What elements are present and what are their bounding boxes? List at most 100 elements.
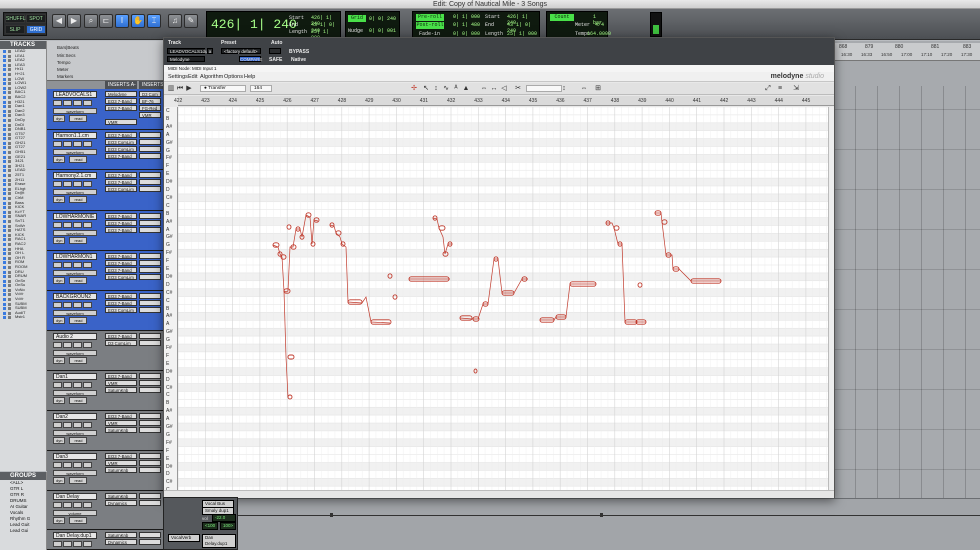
insert-slot-fj[interactable] (139, 532, 161, 538)
input-monitor-button[interactable] (63, 181, 72, 187)
input-monitor-button[interactable] (63, 502, 72, 508)
main-tool-icon[interactable]: ✢ (410, 84, 418, 93)
horizontal-scrollbar[interactable] (164, 490, 834, 498)
track-name[interactable]: LOWHARMON1 (53, 253, 97, 260)
insert-slot-fj[interactable] (139, 307, 161, 313)
send-volume-value[interactable]: -22.0 (212, 514, 236, 522)
attack-tool-icon[interactable]: ◁ (500, 84, 508, 93)
insert-slot-fj[interactable] (139, 213, 161, 219)
insert-slot-fj[interactable]: VMR (139, 112, 161, 118)
automation-mode[interactable]: dyn read (53, 237, 97, 244)
insert-slot[interactable]: EQ3 7-Band (105, 333, 137, 339)
insert-slot[interactable]: EQ3 7-Band (105, 105, 137, 111)
track-buttons[interactable] (53, 222, 97, 228)
trim-tool-icon[interactable]: ⊏ (99, 14, 113, 28)
menu-options[interactable]: Options (224, 74, 243, 80)
insert-slot-fj[interactable] (139, 413, 161, 419)
menu-help[interactable]: Help (244, 74, 255, 80)
automation-mode[interactable]: dyn read (53, 397, 97, 404)
solo-button[interactable] (73, 181, 82, 187)
track-name[interactable]: Dan Delay.dup1 (53, 532, 97, 539)
mute-button[interactable] (83, 100, 92, 106)
input-monitor-button[interactable] (63, 382, 72, 388)
insert-slot-fj[interactable] (139, 132, 161, 138)
track-buttons[interactable] (53, 100, 97, 106)
pitch-ruler[interactable]: C B A# A G# G F# F E D# D C# C B A# A G# G F# F E D# D C# C B A# A G… (164, 107, 178, 493)
insert-slot-fj[interactable] (139, 172, 161, 178)
insert-slot[interactable]: EQ3 7-Band (105, 373, 137, 379)
solo-button[interactable] (73, 462, 82, 468)
record-button[interactable] (53, 262, 62, 268)
pan-left-value[interactable]: <100 (202, 522, 218, 530)
mute-button[interactable] (83, 262, 92, 268)
insert-slot-fj[interactable] (139, 186, 161, 192)
track-buttons[interactable] (53, 262, 97, 268)
record-button[interactable] (53, 462, 62, 468)
track-view-selector[interactable]: volume (53, 510, 97, 516)
pan-right-value[interactable]: 100> (220, 522, 236, 530)
insert-slot-fj[interactable] (139, 227, 161, 233)
track-name[interactable]: Audio 2 (53, 333, 97, 340)
track-view-selector[interactable]: waveform (53, 430, 97, 436)
insert-slot[interactable]: EQ3 7-Band (105, 213, 137, 219)
record-button[interactable] (53, 181, 62, 187)
insert-slot[interactable]: VMR (105, 380, 137, 386)
insert-slot[interactable]: EQ3 7-Band (105, 220, 137, 226)
automation-mode[interactable]: dyn read (53, 517, 97, 524)
insert-slot[interactable]: VMR (105, 119, 137, 125)
track-view-selector[interactable]: waveform (53, 350, 97, 356)
solo-button[interactable] (73, 302, 82, 308)
insert-slot[interactable]: EQ3 7-Band (105, 413, 137, 419)
inserts-fj-header[interactable]: INSERTS F-J (139, 81, 164, 96)
track-header[interactable]: Harmon1.1.cm waveform dyn read EQ3 7-Band EQ3… (47, 130, 163, 170)
menu-edit[interactable]: Edit (188, 74, 197, 80)
insert-slot-fj[interactable] (139, 460, 161, 466)
record-button[interactable] (53, 502, 62, 508)
slip-mode-button[interactable]: SLIP (5, 25, 25, 34)
insert-slot[interactable]: EQ3 7-Band (105, 293, 137, 299)
formant-tool-icon[interactable]: ᴬ (452, 84, 460, 93)
insert-slot[interactable]: Melodyne (105, 91, 137, 97)
insert-slot-fj[interactable] (139, 220, 161, 226)
time-grid-icon[interactable]: ⇔ (580, 84, 588, 93)
vertical-scrollbar[interactable] (828, 107, 834, 490)
main-counter-display[interactable]: 426| 1| 240 Start End Length 426| 1| 240… (206, 11, 341, 41)
solo-button[interactable] (73, 141, 82, 147)
insert-slot-fj[interactable]: FG-Red (139, 105, 161, 111)
automation-breakpoint[interactable] (330, 513, 333, 517)
insert-slot-fj[interactable]: D3 Com (139, 91, 161, 97)
preroll-display[interactable]: Pre-roll Post-roll Fade-in 0| 1| 000 0| … (412, 11, 540, 38)
zoom-vertical-icon[interactable]: ≡ (776, 84, 784, 93)
shuffle-mode-button[interactable]: SHUFFLE (5, 14, 29, 23)
track-header[interactable]: Dan3 waveform dyn read EQ3 7-Band VMR SaturnKn… (47, 451, 163, 491)
insert-slot[interactable]: EQ3 ComLim (105, 274, 137, 280)
track-name[interactable]: LOWHARMONIE (53, 213, 97, 220)
time-tool-icon[interactable]: ⇔ (480, 84, 488, 93)
insert-slot[interactable]: SaturnKnb (105, 427, 137, 433)
note-blob[interactable] (287, 394, 293, 400)
insert-slot[interactable]: SaturnKnb (105, 532, 137, 538)
record-button[interactable] (53, 382, 62, 388)
track-buttons[interactable] (53, 462, 97, 468)
record-button[interactable] (53, 141, 62, 147)
note-blob[interactable] (287, 354, 295, 360)
zoom-fit-icon[interactable]: ⇲ (792, 84, 800, 93)
automation-mode[interactable]: dyn read (53, 317, 97, 324)
track-header[interactable]: Dan Delay volume dyn read SaturnKnb Dynamics (47, 491, 163, 530)
skip-back-icon[interactable]: ⏮ (176, 84, 184, 93)
input-monitor-button[interactable] (63, 462, 72, 468)
track-buttons[interactable] (53, 382, 97, 388)
automation-mode[interactable]: dyn read (53, 196, 97, 203)
track-name[interactable]: BACKGROUN2 (53, 293, 97, 300)
automation-mode[interactable]: dyn read (53, 437, 97, 444)
insert-slot[interactable]: EQ3 7-Band (105, 132, 137, 138)
insert-slot-fj[interactable] (139, 493, 161, 499)
track-name[interactable]: Dan2 (53, 413, 97, 420)
mute-button[interactable] (83, 342, 92, 348)
automation-mode[interactable]: dyn read (53, 357, 97, 364)
record-button[interactable] (53, 541, 62, 547)
count-off-button[interactable]: Count Off (550, 14, 574, 27)
menu-algorithm[interactable]: Algorithm (200, 74, 223, 80)
insert-slot[interactable]: EQ3 7-Band (105, 253, 137, 259)
insert-slot-fj[interactable]: BF-76 (139, 98, 161, 104)
